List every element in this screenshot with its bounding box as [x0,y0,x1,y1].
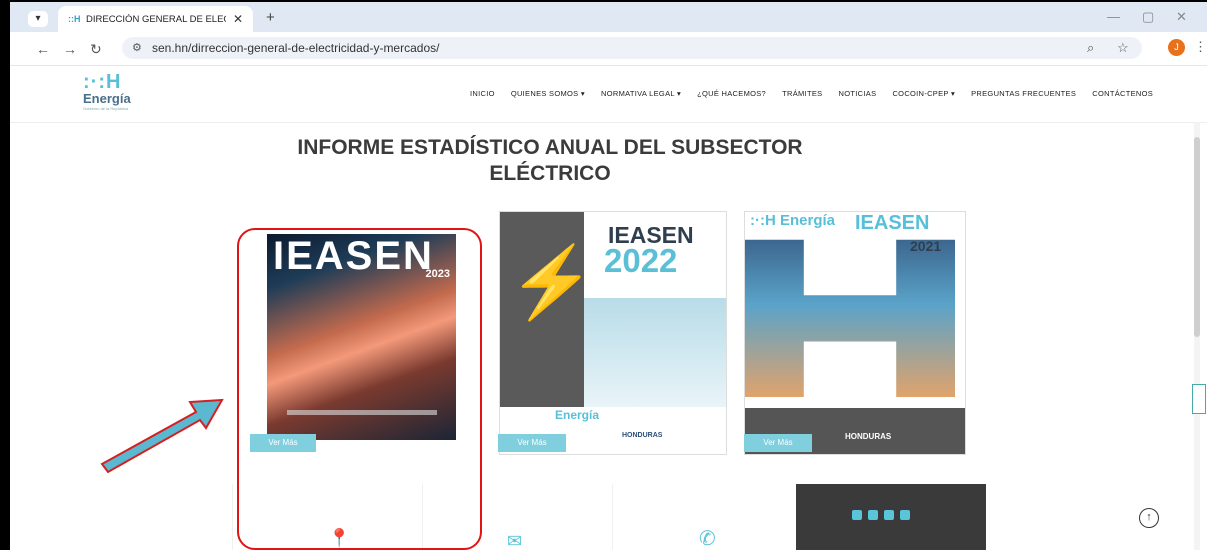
active-tab[interactable]: ::H DIRECCIÓN GENERAL DE ELECT ✕ [58,6,253,32]
nav-quienes-somos[interactable]: QUIENES SOMOS ▾ [511,89,585,98]
power-tower-icon: ⚡ [508,243,596,321]
instagram-icon[interactable] [884,510,894,520]
scrollbar-thumb[interactable] [1194,137,1200,337]
main-nav: INICIO QUIENES SOMOS ▾ NORMATIVA LEGAL ▾… [470,89,1167,98]
tab-bar: ▾ ::H DIRECCIÓN GENERAL DE ELECT ✕ + — ▢… [10,2,1207,32]
minimize-icon[interactable]: — [1107,9,1120,24]
social-links-panel [796,484,986,550]
site-logo[interactable]: :·:H Energía Gobierno de la República [83,72,131,111]
nav-contactenos[interactable]: CONTÁCTENOS [1092,89,1153,98]
cover-footer-logo: Energía [555,408,600,422]
scroll-to-top-button[interactable]: ↑ [1139,508,1159,528]
profile-avatar[interactable]: J [1168,39,1185,56]
back-icon[interactable]: ← [36,41,50,57]
cover-photo [584,298,726,407]
nav-noticias[interactable]: NOTICIAS [839,89,877,98]
bookmark-star-icon[interactable]: ☆ [1117,40,1129,56]
favicon-icon: ::H [68,14,81,24]
tab-title: DIRECCIÓN GENERAL DE ELECT [86,14,226,25]
phone-icon[interactable]: ✆ [699,526,716,550]
page-title-line2: ELÉCTRICO [489,162,611,185]
cover-year: 2022 [604,242,678,279]
new-tab-icon[interactable]: + [266,9,275,26]
mail-icon[interactable]: ✉ [507,531,522,550]
annotation-arrow-icon [100,398,224,474]
logo-text: Energía [83,91,131,106]
logo-mark: :·:H [83,71,122,93]
nav-que-hacemos[interactable]: ¿QUÉ HACEMOS? [697,89,766,98]
ver-mas-button-2021[interactable]: Ver Más [744,434,812,452]
cover-country: HONDURAS [622,432,663,439]
nav-tramites[interactable]: TRÁMITES [782,89,822,98]
page-title: INFORME ESTADÍSTICO ANUAL DEL SUBSECTOR … [210,135,890,187]
tab-search-button[interactable]: ▾ [28,11,48,27]
maximize-icon[interactable]: ▢ [1142,9,1154,25]
report-cover-2021[interactable]: :·:H Energía IEASEN 2021 HONDURAS [744,211,966,455]
cover-logo: :·:H Energía [750,212,836,229]
report-cover-2022[interactable]: ⚡ IEASEN 2022 Energía HONDURAS [499,211,727,455]
youtube-icon[interactable] [900,510,910,520]
zoom-icon[interactable]: ⌕ [1087,40,1094,56]
page-title-line1: INFORME ESTADÍSTICO ANUAL DEL SUBSECTOR [297,136,803,159]
twitter-icon[interactable] [868,510,878,520]
close-window-icon[interactable]: ✕ [1176,9,1187,25]
highlight-box [237,228,482,550]
nav-cocoin-cpep[interactable]: COCOIN-CPEP ▾ [892,89,955,98]
cover-title: IEASEN [855,212,930,234]
nav-inicio[interactable]: INICIO [470,89,495,98]
browser-window: ▾ ::H DIRECCIÓN GENERAL DE ELECT ✕ + — ▢… [8,0,1207,550]
extension-side-icon[interactable] [1192,384,1206,414]
cover-year: 2021 [910,238,942,254]
ver-mas-button-2022[interactable]: Ver Más [498,434,566,452]
site-info-icon[interactable]: ⚙ [132,41,142,54]
forward-icon[interactable]: → [63,41,77,57]
close-tab-icon[interactable]: ✕ [233,12,243,26]
nav-preguntas-frecuentes[interactable]: PREGUNTAS FRECUENTES [971,89,1076,98]
address-bar: ← → ↻ ⚙ sen.hn/dirreccion-general-de-ele… [10,32,1207,66]
nav-normativa-legal[interactable]: NORMATIVA LEGAL ▾ [601,89,681,98]
logo-subtitle: Gobierno de la República [83,106,129,111]
url-field[interactable]: ⚙ sen.hn/dirreccion-general-de-electrici… [122,37,1142,59]
menu-kebab-icon[interactable]: ⋮ [1194,39,1207,55]
cover-country: HONDURAS [845,432,892,441]
url-text: sen.hn/dirreccion-general-de-electricida… [152,41,440,55]
facebook-icon[interactable] [852,510,862,520]
site-header: :·:H Energía Gobierno de la República IN… [10,66,1207,123]
reload-icon[interactable]: ↻ [90,41,102,58]
